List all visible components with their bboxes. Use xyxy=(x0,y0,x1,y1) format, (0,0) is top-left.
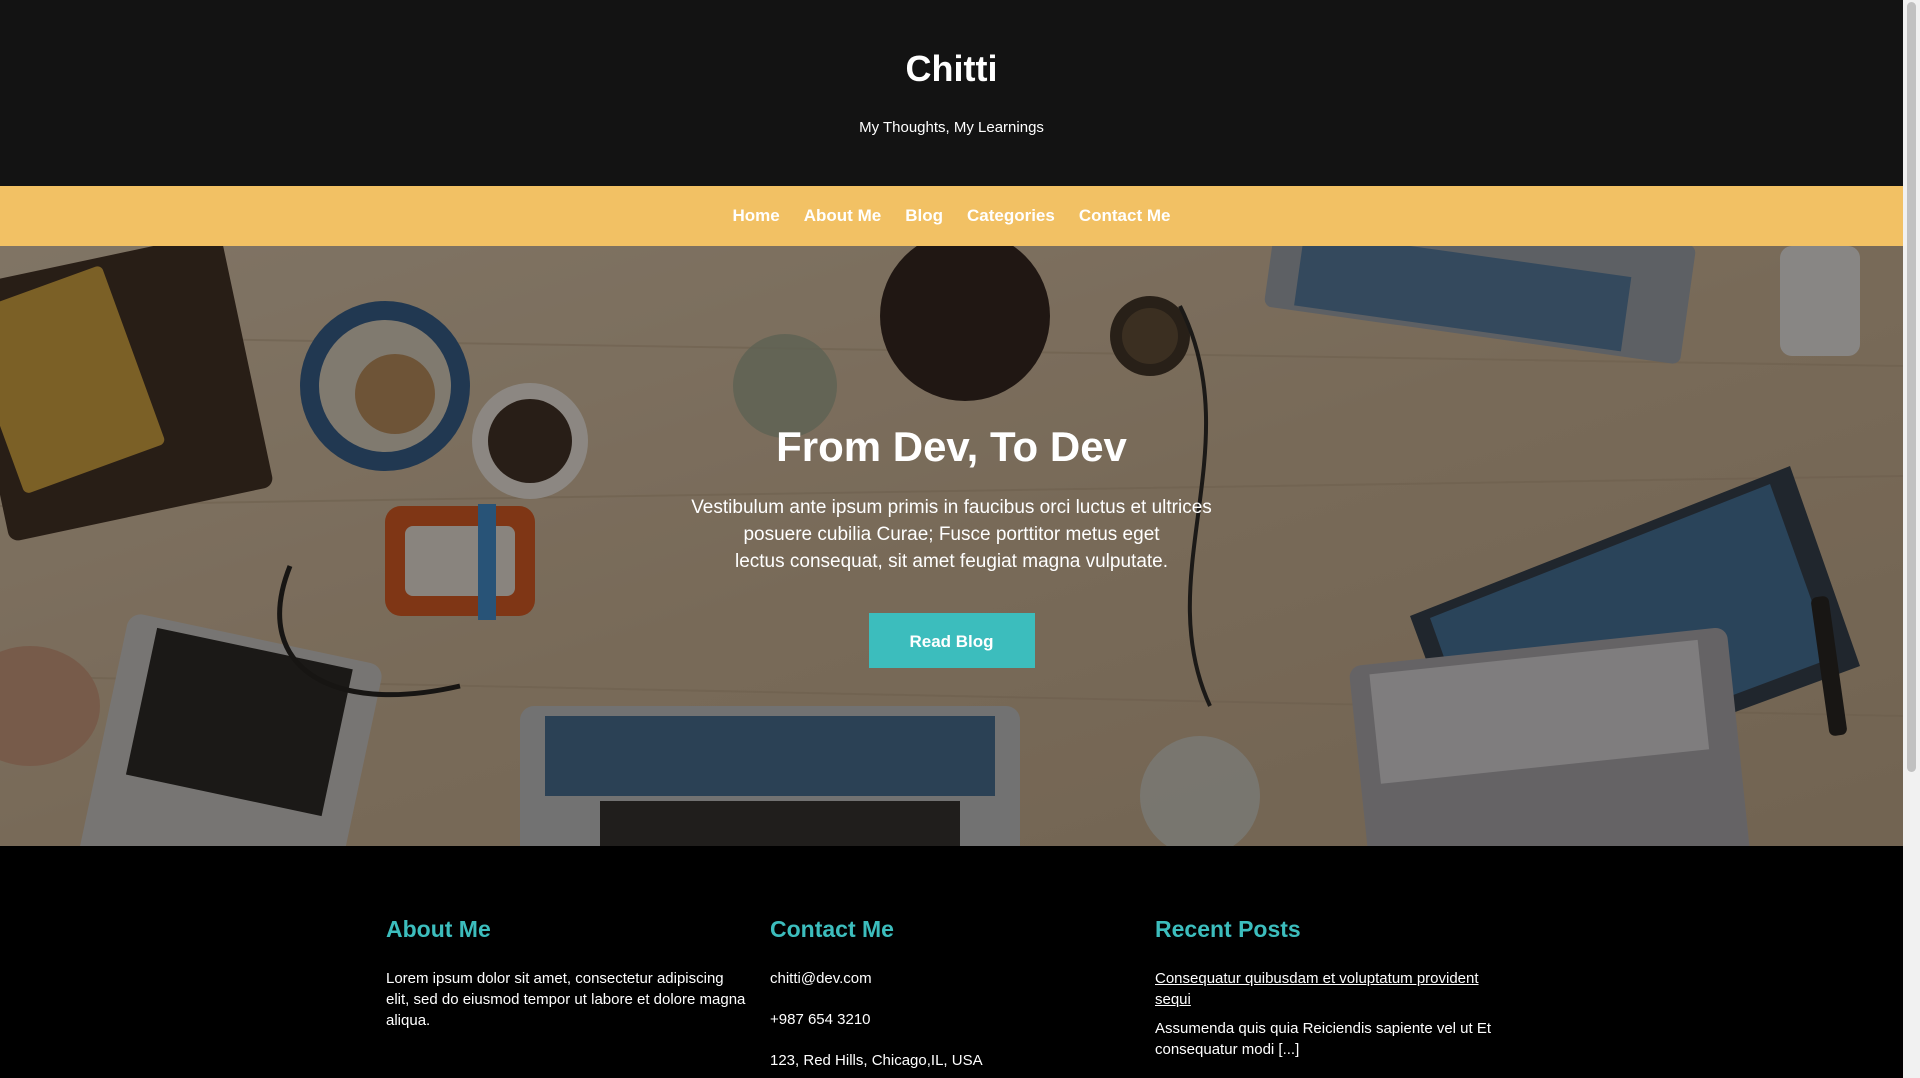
hero-section: From Dev, To Dev Vestibulum ante ipsum p… xyxy=(0,246,1903,846)
hero-text-line: Vestibulum ante ipsum primis in faucibus… xyxy=(691,497,1212,518)
vertical-scrollbar[interactable] xyxy=(1903,0,1920,1078)
footer-about-text: Lorem ipsum dolor sit amet, consectetur … xyxy=(386,970,746,1029)
nav-item-contact-me[interactable]: Contact Me xyxy=(1079,206,1171,226)
footer-contact-heading: Contact Me xyxy=(770,916,894,942)
nav-item-home[interactable]: Home xyxy=(733,206,780,226)
scrollbar-thumb[interactable] xyxy=(1907,2,1916,772)
hero-text-line: posuere cubilia Curae; Fusce porttitor m… xyxy=(743,524,1160,545)
footer-about-heading: About Me xyxy=(386,916,491,942)
footer-recent-posts-heading: Recent Posts xyxy=(1155,916,1301,942)
footer-recent-posts-column: Recent Posts Consequatur quibusdam et vo… xyxy=(1155,914,1515,1060)
contact-address: 123, Red Hills, Chicago,IL, USA xyxy=(770,1052,983,1069)
site-header: Chitti My Thoughts, My Learnings xyxy=(0,0,1903,186)
hero-heading: From Dev, To Dev xyxy=(776,423,1127,470)
page: Chitti My Thoughts, My Learnings Home Ab… xyxy=(0,0,1903,1078)
read-blog-button[interactable]: Read Blog xyxy=(868,613,1035,668)
nav-item-categories[interactable]: Categories xyxy=(967,206,1055,226)
recent-post-link[interactable]: Consequatur quibusdam et voluptatum prov… xyxy=(1155,968,1515,1010)
nav-item-about-me[interactable]: About Me xyxy=(804,206,881,226)
hero-content: From Dev, To Dev Vestibulum ante ipsum p… xyxy=(0,422,1903,668)
site-footer: About Me Lorem ipsum dolor sit amet, con… xyxy=(0,846,1903,1078)
site-tagline: My Thoughts, My Learnings xyxy=(859,119,1044,136)
hero-text: Vestibulum ante ipsum primis in faucibus… xyxy=(662,494,1242,575)
recent-post-excerpt: Assumenda quis quia Reiciendis sapiente … xyxy=(1155,1020,1492,1058)
hero-text-line: lectus consequat, sit amet feugiat magna… xyxy=(734,551,1169,572)
footer-contact-column: Contact Me chitti@dev.com +987 654 3210 … xyxy=(770,914,1130,1078)
nav-item-blog[interactable]: Blog xyxy=(905,206,943,226)
footer-about-column: About Me Lorem ipsum dolor sit amet, con… xyxy=(386,914,746,1031)
main-nav: Home About Me Blog Categories Contact Me xyxy=(0,186,1903,246)
contact-phone[interactable]: +987 654 3210 xyxy=(770,1009,1130,1030)
contact-email[interactable]: chitti@dev.com xyxy=(770,968,1130,989)
site-title[interactable]: Chitti xyxy=(0,0,1903,90)
